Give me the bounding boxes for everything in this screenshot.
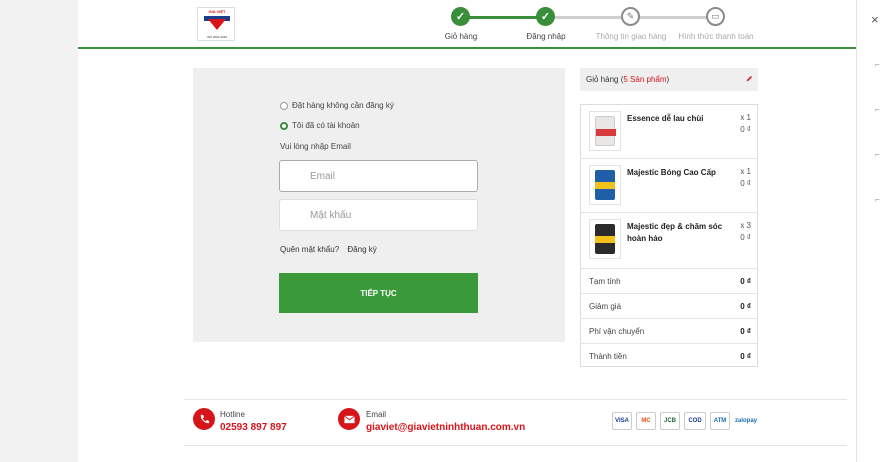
email-label: Email [366, 410, 387, 419]
rail-marker: ⌐ [875, 195, 880, 204]
summary-subtotal-row: Tạm tính 0 ₫ [581, 269, 757, 294]
logo-text: GIA VIỆT [208, 9, 226, 14]
pencil-icon[interactable] [746, 75, 753, 82]
product-price: 0 ₫ [740, 125, 751, 134]
summary-label: Giảm giá [589, 302, 622, 311]
step-payment-card-icon: ▭ [706, 7, 725, 26]
summary-total-row: Thành tiền 0 ₫ [581, 344, 757, 369]
step-cart-label: Giỏ hàng [444, 32, 478, 41]
cart-title-prefix: Giỏ hàng ( [586, 75, 624, 84]
step-shipping-edit-icon: ✎ [621, 7, 640, 26]
logo-subtext: ISO 9001:2015 [206, 35, 228, 39]
account-links: Quên mật khẩu? Đăng ký [280, 245, 383, 254]
mastercard-icon: MC [636, 412, 656, 430]
step-payment-label: Hình thức thanh toán [678, 32, 754, 41]
phone-icon [193, 408, 215, 430]
site-logo[interactable]: GIA VIỆT ISO 9001:2015 [197, 7, 235, 41]
summary-shipping-row: Phí vận chuyển 0 ₫ [581, 319, 757, 344]
cash-on-delivery-icon: COD [684, 412, 706, 430]
product-name: Essence dễ lau chùi [627, 114, 704, 123]
summary-value: 0 ₫ [740, 352, 751, 361]
logo-emblem [208, 19, 226, 30]
header-divider [78, 47, 856, 49]
email-prompt: Vui lòng nhập Email [280, 142, 351, 151]
login-panel: Đặt hàng không cần đăng ký Tôi đã có tài… [193, 68, 565, 342]
paint-can-image [595, 116, 616, 146]
summary-label: Tạm tính [589, 277, 621, 286]
footer-divider-bottom [184, 445, 847, 446]
close-icon[interactable]: × [871, 12, 879, 27]
radio-have-account[interactable]: Tôi đã có tài khoản [280, 121, 360, 130]
product-image [589, 111, 621, 151]
product-qty: x 1 [740, 113, 751, 122]
product-qty: x 3 [740, 221, 751, 230]
product-name: Majestic đẹp & chăm sóc hoàn hảo [627, 222, 723, 243]
step-connector-done [467, 16, 546, 19]
rail-marker: ⌐ [875, 150, 880, 159]
step-cart-check-icon: ✓ [451, 7, 470, 26]
register-link[interactable]: Đăng ký [347, 245, 376, 254]
cart-item: Majestic Bóng Cao Cấp x 1 0 ₫ [581, 159, 757, 213]
product-price: 0 ₫ [740, 233, 751, 242]
cart-count: 5 Sản phẩm [623, 75, 667, 84]
summary-label: Phí vận chuyển [589, 327, 645, 336]
atm-card-icon: ATM [710, 412, 730, 430]
cart-header: Giỏ hàng (5 Sản phẩm) [580, 68, 758, 91]
rail-marker: ⌐ [875, 105, 880, 114]
paint-can-image [595, 170, 615, 200]
cart-item: Essence dễ lau chùi x 1 0 ₫ [581, 105, 757, 159]
footer-divider-top [184, 399, 847, 400]
hotline-label: Hotline [220, 410, 245, 419]
password-input[interactable] [279, 199, 478, 231]
cart-item: Majestic đẹp & chăm sóc hoàn hảo x 3 0 ₫ [581, 213, 757, 269]
radio-button[interactable] [280, 101, 288, 110]
radio-button-checked[interactable] [280, 121, 288, 130]
summary-value: 0 ₫ [740, 302, 751, 311]
product-name: Majestic Bóng Cao Cấp [627, 168, 716, 177]
email-address[interactable]: giaviet@giavietninhthuan.com.vn [366, 422, 525, 433]
product-image [589, 219, 621, 259]
step-login-check-icon: ✓ [536, 7, 555, 26]
side-panel-rail: × ⌐ ⌐ ⌐ ⌐ [856, 0, 885, 462]
summary-label: Thành tiền [589, 352, 627, 361]
product-qty: x 1 [740, 167, 751, 176]
product-image [589, 165, 621, 205]
step-login-label: Đăng nhập [526, 32, 566, 41]
forgot-password-link[interactable]: Quên mật khẩu? [280, 245, 339, 254]
visa-icon: VISA [612, 412, 632, 430]
rail-marker: ⌐ [875, 60, 880, 69]
radio-guest-label: Đặt hàng không cần đăng ký [292, 101, 394, 110]
radio-account-label: Tôi đã có tài khoản [292, 121, 360, 130]
summary-discount-row: Giảm giá 0 ₫ [581, 294, 757, 319]
zalopay-icon: zalopay [734, 412, 758, 430]
hotline-number[interactable]: 02593 897 897 [220, 422, 287, 433]
jcb-icon: JCB [660, 412, 680, 430]
step-shipping-label: Thông tin giao hàng [595, 32, 667, 41]
mail-icon [338, 408, 360, 430]
radio-guest-checkout[interactable]: Đặt hàng không cần đăng ký [280, 101, 394, 110]
continue-button[interactable]: TIẾP TỤC [279, 273, 478, 313]
paint-can-image [595, 224, 615, 254]
cart-panel: Essence dễ lau chùi x 1 0 ₫ Majestic Bón… [580, 104, 758, 367]
summary-value: 0 ₫ [740, 327, 751, 336]
email-input[interactable] [279, 160, 478, 192]
summary-value: 0 ₫ [740, 277, 751, 286]
cart-title-suffix: ) [666, 75, 670, 84]
product-price: 0 ₫ [740, 179, 751, 188]
checkout-page: GIA VIỆT ISO 9001:2015 ✓ Giỏ hàng ✓ Đăng… [78, 0, 856, 462]
